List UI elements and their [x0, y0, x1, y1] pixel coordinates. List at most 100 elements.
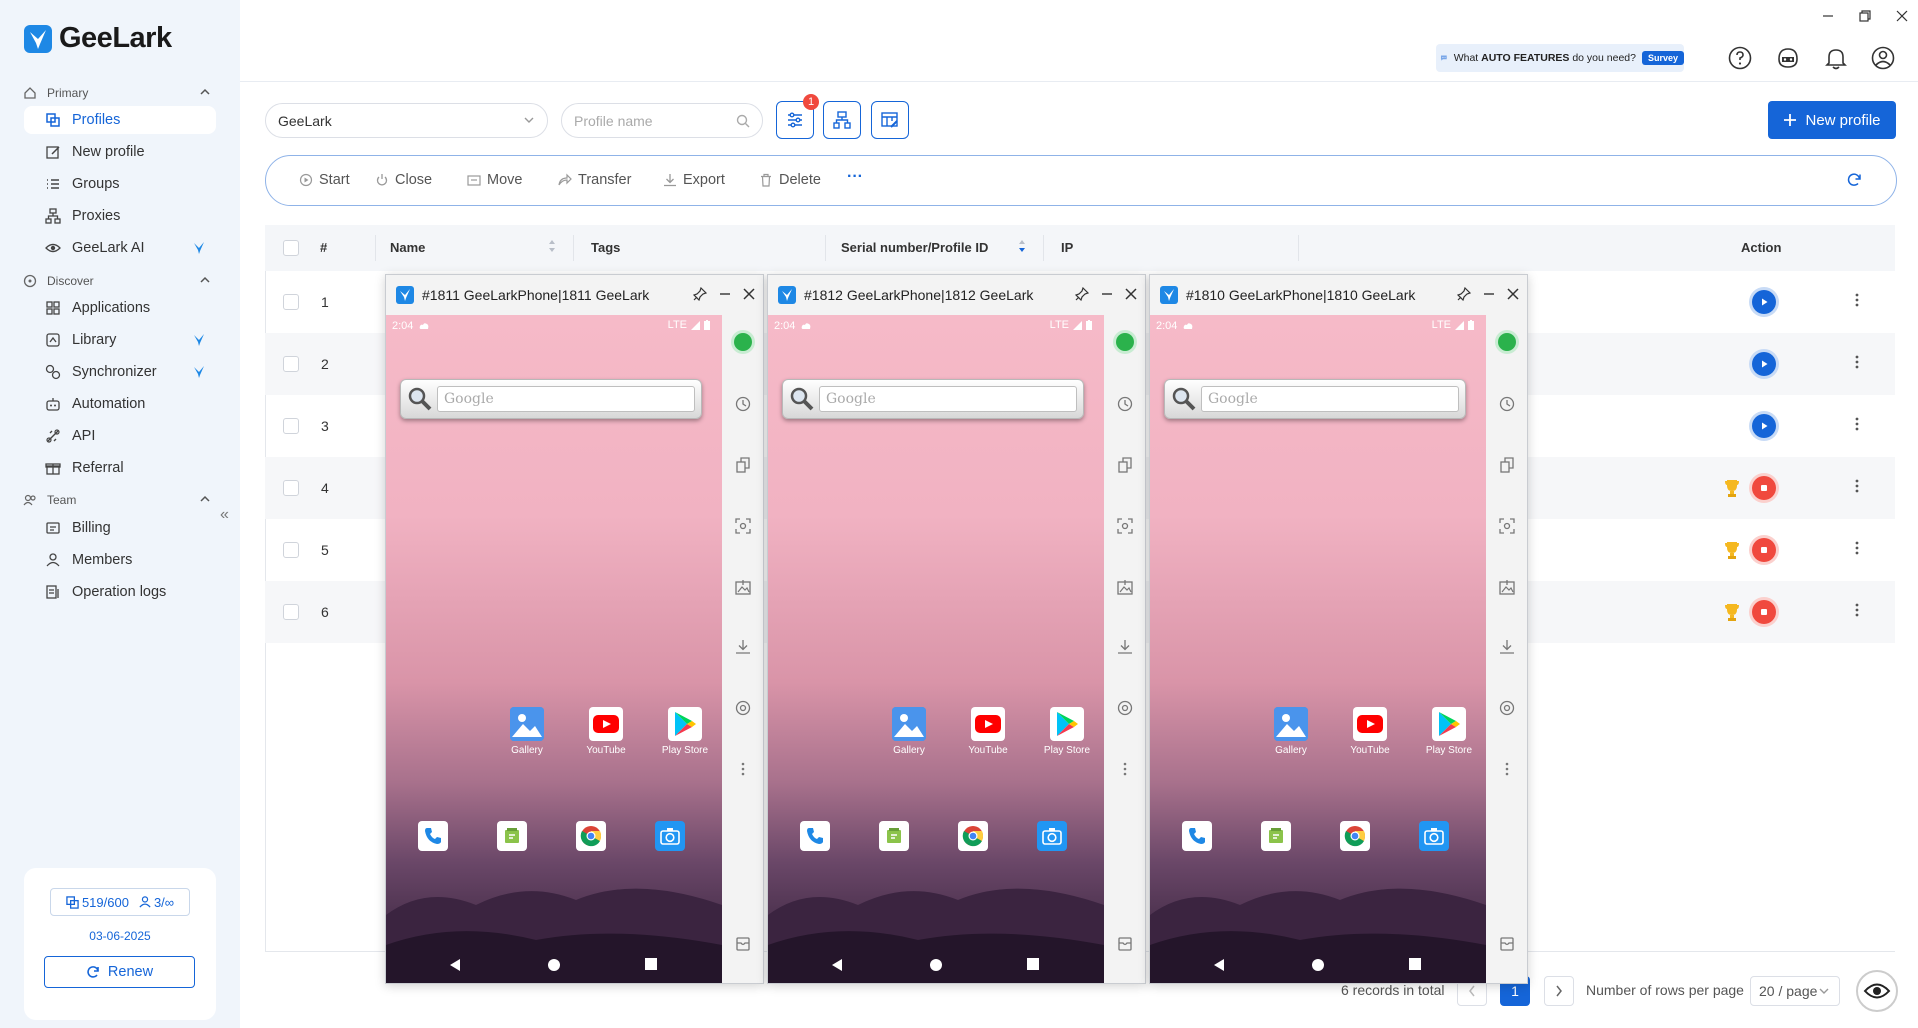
trophy-icon[interactable]	[1724, 478, 1740, 498]
sidebar-item-applications[interactable]: Applications	[24, 294, 216, 322]
phone-screen[interactable]: 2:04 LTE Google Gallery YouTube Play Sto…	[1150, 315, 1486, 983]
restore-window-button[interactable]	[1855, 6, 1875, 26]
app-play-store[interactable]: Play Store	[653, 707, 717, 756]
new-profile-button[interactable]: New profile	[1768, 101, 1896, 139]
app-gallery[interactable]: Gallery	[877, 707, 941, 756]
phone-window[interactable]: #1812 GeeLarkPhone|1812 GeeLark 2:04 LTE…	[767, 274, 1146, 984]
select-all-checkbox[interactable]	[283, 240, 299, 256]
location-icon[interactable]	[1498, 699, 1516, 717]
minimize-window-button[interactable]	[1818, 6, 1838, 26]
camera-app-icon[interactable]	[655, 821, 685, 851]
assistant-button[interactable]	[1856, 970, 1898, 1012]
upload-image-icon[interactable]	[1498, 578, 1516, 596]
section-team[interactable]: Team	[20, 490, 210, 510]
close-window-button[interactable]	[1892, 6, 1912, 26]
sort-icon[interactable]	[547, 238, 557, 254]
back-nav-icon[interactable]	[449, 958, 461, 972]
sidebar-item-operation-logs[interactable]: Operation logs	[24, 578, 216, 606]
export-button[interactable]: Export	[663, 172, 725, 188]
download-icon[interactable]	[1498, 638, 1516, 656]
clipboard-icon[interactable]	[734, 456, 752, 474]
messages-app-icon[interactable]	[879, 821, 909, 851]
sidebar-item-api[interactable]: API	[24, 422, 216, 450]
notifications-button[interactable]	[1823, 45, 1849, 71]
pin-icon[interactable]	[1457, 287, 1471, 301]
chrome-app-icon[interactable]	[576, 821, 606, 851]
row-checkbox[interactable]	[283, 542, 299, 558]
delete-button[interactable]: Delete	[759, 172, 821, 188]
close-icon[interactable]	[1124, 287, 1138, 301]
stop-profile-button[interactable]	[1752, 538, 1776, 562]
move-button[interactable]: Move	[467, 172, 522, 188]
close-button[interactable]: Close	[375, 172, 432, 188]
renew-button[interactable]: Renew	[44, 956, 195, 988]
minimize-icon[interactable]	[1100, 287, 1114, 301]
upload-image-icon[interactable]	[734, 578, 752, 596]
trophy-icon[interactable]	[1724, 602, 1740, 622]
row-more-icon[interactable]	[1855, 416, 1859, 432]
sort-desc-icon[interactable]	[1017, 238, 1027, 254]
phone-window-titlebar[interactable]: #1812 GeeLarkPhone|1812 GeeLark	[768, 275, 1145, 315]
stop-profile-button[interactable]	[1752, 600, 1776, 624]
messages-app-icon[interactable]	[497, 821, 527, 851]
google-search-widget[interactable]: Google	[782, 379, 1084, 419]
phone-screen[interactable]: 2:04 LTE Google Gallery YouTube Play Sto…	[386, 315, 722, 983]
app-youtube[interactable]: YouTube	[956, 707, 1020, 756]
back-nav-icon[interactable]	[1213, 958, 1225, 972]
geelark-logo[interactable]: GeeLark	[23, 22, 172, 55]
screenshot-icon[interactable]	[734, 517, 752, 535]
more-actions-button[interactable]: ···	[847, 168, 863, 186]
upload-image-icon[interactable]	[1116, 578, 1134, 596]
pin-icon[interactable]	[1075, 287, 1089, 301]
group-manage-button[interactable]	[823, 101, 861, 139]
app-gallery[interactable]: Gallery	[1259, 707, 1323, 756]
account-button[interactable]	[1870, 45, 1896, 71]
recents-nav-icon[interactable]	[1027, 958, 1039, 970]
home-nav-icon[interactable]	[547, 958, 561, 972]
start-profile-button[interactable]	[1752, 352, 1776, 376]
archive-icon[interactable]	[1498, 935, 1516, 953]
screenshot-icon[interactable]	[1116, 517, 1134, 535]
app-play-store[interactable]: Play Store	[1417, 707, 1481, 756]
col-name[interactable]: Name	[390, 240, 425, 255]
history-icon[interactable]	[734, 395, 752, 413]
close-icon[interactable]	[1506, 287, 1520, 301]
sidebar-item-proxies[interactable]: Proxies	[24, 202, 216, 230]
archive-icon[interactable]	[1116, 935, 1134, 953]
start-profile-button[interactable]	[1752, 290, 1776, 314]
sidebar-item-groups[interactable]: Groups	[24, 170, 216, 198]
more-vertical-icon[interactable]	[734, 760, 752, 778]
google-search-widget[interactable]: Google	[1164, 379, 1466, 419]
recents-nav-icon[interactable]	[1409, 958, 1421, 970]
app-gallery[interactable]: Gallery	[495, 707, 559, 756]
screenshot-icon[interactable]	[1498, 517, 1516, 535]
row-more-icon[interactable]	[1855, 602, 1859, 618]
sidebar-item-profiles[interactable]: Profiles	[24, 106, 216, 134]
row-more-icon[interactable]	[1855, 292, 1859, 308]
support-button[interactable]	[1775, 45, 1801, 71]
row-more-icon[interactable]	[1855, 478, 1859, 494]
section-primary[interactable]: Primary	[20, 83, 210, 103]
download-icon[interactable]	[1116, 638, 1134, 656]
minimize-icon[interactable]	[718, 287, 732, 301]
history-icon[interactable]	[1116, 395, 1134, 413]
pin-icon[interactable]	[693, 287, 707, 301]
row-more-icon[interactable]	[1855, 540, 1859, 556]
help-button[interactable]	[1727, 45, 1753, 71]
start-button[interactable]: Start	[299, 172, 350, 188]
history-icon[interactable]	[1498, 395, 1516, 413]
stop-profile-button[interactable]	[1752, 476, 1776, 500]
phone-window[interactable]: #1811 GeeLarkPhone|1811 GeeLark 2:04 LTE…	[385, 274, 764, 984]
sidebar-item-synchronizer[interactable]: Synchronizer	[24, 358, 216, 386]
row-checkbox[interactable]	[283, 356, 299, 372]
sidebar-item-automation[interactable]: Automation	[24, 390, 216, 418]
back-nav-icon[interactable]	[831, 958, 843, 972]
next-page-button[interactable]	[1544, 976, 1574, 1006]
row-checkbox[interactable]	[283, 480, 299, 496]
section-discover[interactable]: Discover	[20, 271, 210, 291]
phone-window-titlebar[interactable]: #1811 GeeLarkPhone|1811 GeeLark	[386, 275, 763, 315]
rows-per-page-select[interactable]: 20 / page	[1750, 976, 1840, 1006]
clipboard-icon[interactable]	[1116, 456, 1134, 474]
app-play-store[interactable]: Play Store	[1035, 707, 1099, 756]
phone-app-icon[interactable]	[418, 821, 448, 851]
